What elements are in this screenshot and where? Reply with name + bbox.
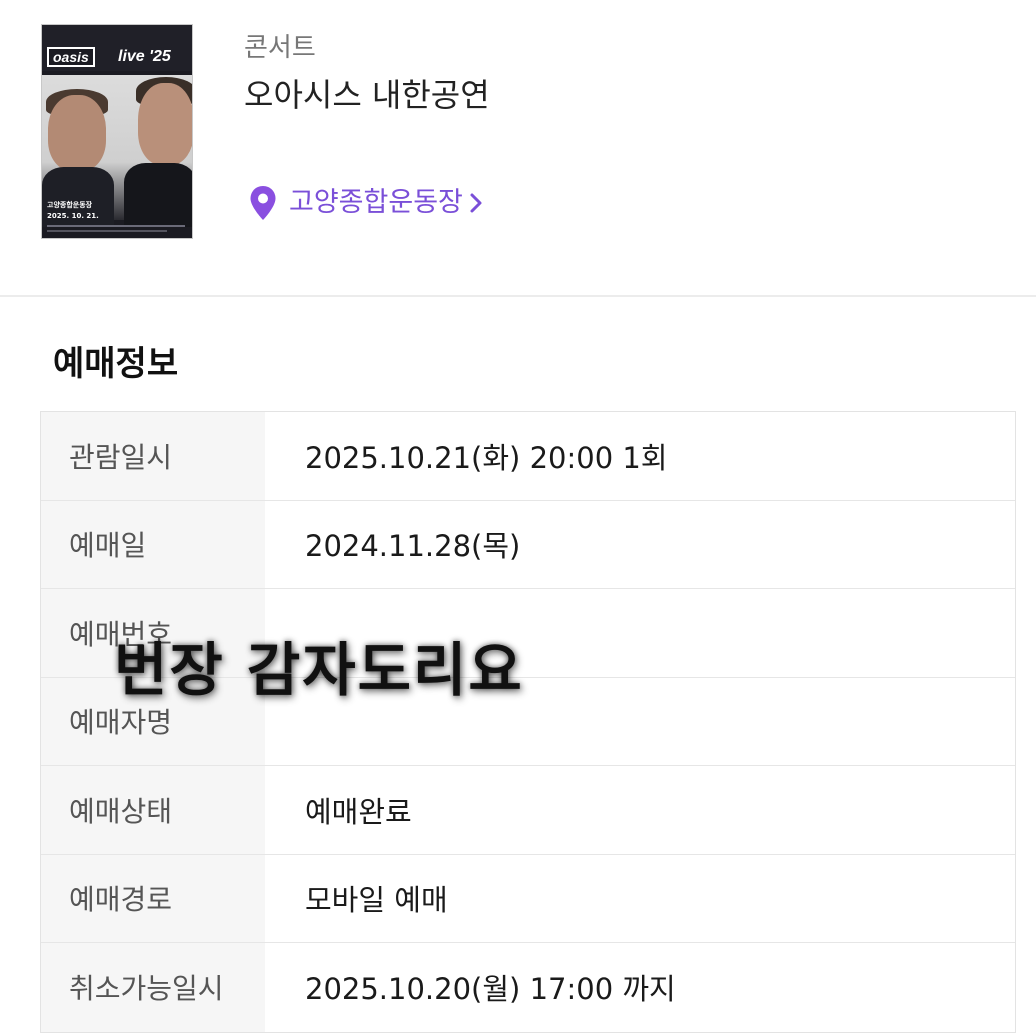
info-row-booking-channel: 예매경로 모바일 예매 bbox=[41, 854, 1015, 943]
poster-photo bbox=[42, 75, 192, 227]
poster-live-text: live '25 bbox=[118, 48, 171, 65]
section-divider bbox=[0, 295, 1036, 297]
poster-venue-text: 고양종합운동장 bbox=[47, 201, 93, 209]
row-value: 모바일 예매 bbox=[305, 883, 448, 918]
poster-logo: oasis bbox=[47, 47, 95, 67]
row-label: 취소가능일시 bbox=[41, 943, 265, 1032]
event-header: oasis live '25 고양종합운동장 2025. 10. 21. 콘서트… bbox=[0, 0, 1036, 296]
poster-figure-right bbox=[138, 83, 192, 165]
chevron-right-icon bbox=[470, 193, 482, 213]
row-value: 2024.11.28(목) bbox=[305, 529, 521, 564]
location-pin-icon bbox=[250, 186, 276, 220]
info-row-viewing-date: 관람일시 2025.10.21(화) 20:00 1회 bbox=[41, 412, 1015, 501]
row-label: 관람일시 bbox=[41, 412, 265, 500]
event-title: 오아시스 내한공연 bbox=[244, 76, 490, 114]
poster-fine-print bbox=[47, 225, 185, 227]
info-row-cancel-deadline: 취소가능일시 2025.10.20(월) 17:00 까지 bbox=[41, 943, 1015, 1032]
poster-figure-right-coat bbox=[124, 163, 192, 227]
event-poster[interactable]: oasis live '25 고양종합운동장 2025. 10. 21. bbox=[41, 24, 193, 239]
section-title: 예매정보 bbox=[53, 344, 179, 384]
poster-figure-left bbox=[48, 95, 106, 171]
row-value: 예매완료 bbox=[305, 794, 412, 829]
row-value: 2025.10.20(월) 17:00 까지 bbox=[305, 972, 676, 1007]
row-label: 예매경로 bbox=[41, 854, 265, 942]
poster-fine-print-2 bbox=[47, 230, 167, 232]
overlay-watermark-text: 번장 감자도리요 bbox=[114, 636, 524, 704]
booking-info-table: 관람일시 2025.10.21(화) 20:00 1회 예매일 2024.11.… bbox=[40, 411, 1016, 1033]
info-row-booking-date: 예매일 2024.11.28(목) bbox=[41, 500, 1015, 589]
poster-date-text: 2025. 10. 21. bbox=[47, 212, 99, 220]
row-label: 예매상태 bbox=[41, 766, 265, 854]
event-category: 콘서트 bbox=[244, 33, 316, 63]
venue-link[interactable]: 고양종합운동장 bbox=[249, 185, 483, 221]
row-label: 예매일 bbox=[41, 500, 265, 588]
info-row-booking-status: 예매상태 예매완료 bbox=[41, 766, 1015, 855]
row-value: 2025.10.21(화) 20:00 1회 bbox=[305, 440, 668, 475]
venue-name: 고양종합운동장 bbox=[289, 187, 463, 218]
